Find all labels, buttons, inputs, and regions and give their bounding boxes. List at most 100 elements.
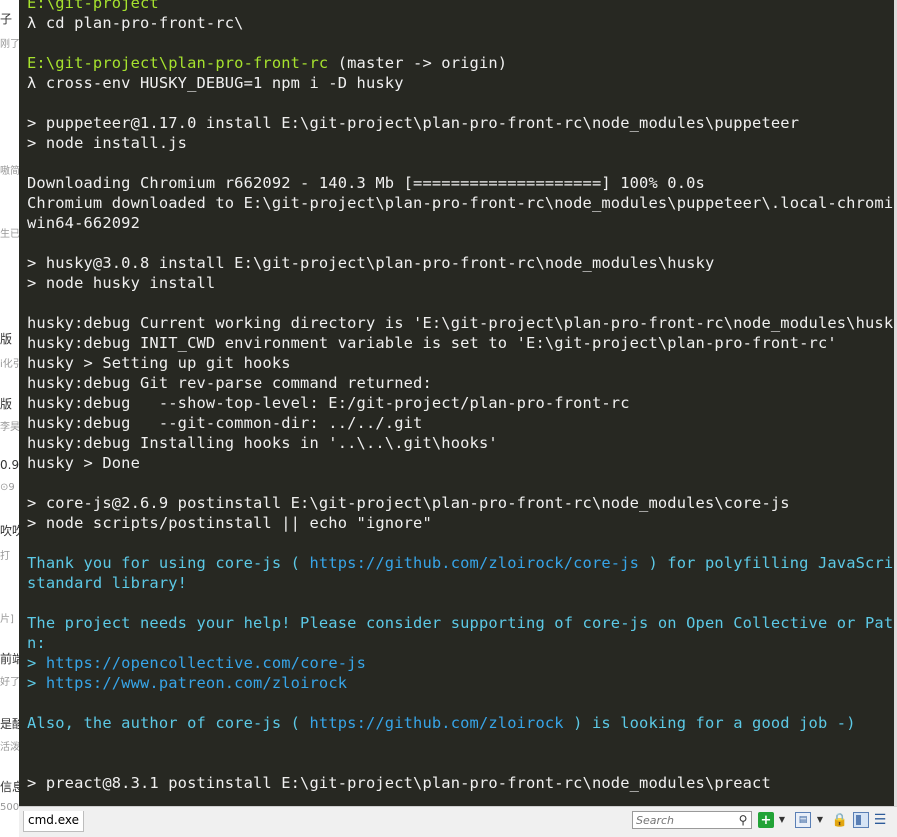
console-text: husky:debug Current working directory is… (27, 314, 894, 332)
console-text: λ cd plan-pro-front-rc\ (27, 14, 244, 32)
console-text: λ cross-env HUSKY_DEBUG=1 npm i -D husky (27, 74, 404, 92)
background-text-fragment: 嗷简 (0, 166, 19, 177)
new-console-button[interactable]: + (758, 812, 774, 828)
background-text-fragment: 信息 (0, 780, 19, 794)
console-line: > https://www.patreon.com/zloirock (27, 673, 894, 693)
console-text: Thank you for using core-js ( (27, 554, 310, 572)
console-text: husky:debug --show-top-level: E:/git-pro… (27, 394, 630, 412)
background-text-fragment: 刚了 (0, 39, 19, 50)
console-line: > node husky install (27, 273, 894, 293)
background-text-fragment: 好了 (0, 677, 19, 688)
background-text-fragment: ⊙9 (0, 482, 15, 493)
console-line: Downloading Chromium r662092 - 140.3 Mb … (27, 173, 894, 193)
search-input[interactable] (632, 811, 752, 829)
console-text: > node scripts/postinstall || echo "igno… (27, 514, 432, 532)
background-text-fragment: 版 (0, 332, 13, 346)
console-text: Chromium downloaded to E:\git-project\pl… (27, 194, 894, 212)
background-text-fragment: 是酸 (0, 717, 19, 731)
console-text: > husky@3.0.8 install E:\git-project\pla… (27, 254, 715, 272)
console-text: The project needs your help! Please cons… (27, 614, 894, 632)
console-text: Also, the author of core-js ( (27, 714, 310, 732)
background-text-fragment: 李昊 (0, 422, 19, 433)
console-line: > https://opencollective.com/core-js (27, 653, 894, 673)
console-line: husky:debug Current working directory is… (27, 313, 894, 333)
console-line: Thank you for using core-js ( https://gi… (27, 553, 894, 573)
console-line: > preact@8.3.1 postinstall E:\git-projec… (27, 773, 894, 793)
background-text-fragment: 0.9 (0, 458, 19, 472)
terminal-window[interactable]: E:\git-project λ cd plan-pro-front-rc\ E:\… (19, 0, 894, 806)
background-text-fragment: 生已( (0, 229, 19, 240)
console-text: Downloading Chromium r662092 - 140.3 Mb … (27, 174, 705, 192)
console-link[interactable]: https://github.com/zloirock (309, 714, 563, 732)
status-bar: cmd.exe ⚲ + ▼ ▤ ▼ 🔒 ☰ (19, 806, 897, 837)
console-line: husky:debug --git-common-dir: ../../.git (27, 413, 894, 433)
console-line: > core-js@2.6.9 postinstall E:\git-proje… (27, 493, 894, 513)
console-line: husky:debug --show-top-level: E:/git-pro… (27, 393, 894, 413)
background-text-fragment: i化引 (0, 359, 19, 370)
console-link[interactable]: https://github.com/zloirock/core-js (309, 554, 639, 572)
background-text-fragment: 片] (0, 614, 14, 625)
console-text: > (27, 674, 46, 692)
console-text: > core-js@2.6.9 postinstall E:\git-proje… (27, 494, 790, 512)
console-line: > node install.js (27, 133, 894, 153)
background-text-fragment: 子 (0, 12, 13, 26)
console-text: husky:debug Git rev-parse command return… (27, 374, 432, 392)
console-line: standard library! (27, 573, 894, 593)
console-text: E:\git-project\plan-pro-front-rc (27, 54, 329, 72)
background-text-fragment: 版 (0, 397, 13, 411)
console-line: > husky@3.0.8 install E:\git-project\pla… (27, 253, 894, 273)
console-text: husky:debug Installing hooks in '..\..\.… (27, 434, 498, 452)
console-line: n: (27, 633, 894, 653)
console-text: > node husky install (27, 274, 216, 292)
background-text-fragment: 吹吹 (0, 524, 19, 538)
console-line: E:\git-project (27, 0, 894, 13)
console-text: n: (27, 634, 46, 652)
console-line: > node scripts/postinstall || echo "igno… (27, 513, 894, 533)
console-text: > preact@8.3.1 postinstall E:\git-projec… (27, 774, 771, 792)
console-link[interactable]: https://www.patreon.com/zloirock (46, 674, 347, 692)
lock-icon[interactable]: 🔒 (832, 812, 848, 828)
background-text-fragment: 500 (0, 802, 19, 813)
console-text: (master -> origin) (328, 54, 508, 72)
search-icon[interactable]: ⚲ (737, 813, 749, 827)
console-line: husky > Setting up git hooks (27, 353, 894, 373)
hamburger-menu-icon[interactable]: ☰ (872, 812, 888, 828)
console-text: husky > Setting up git hooks (27, 354, 291, 372)
console-line: The project needs your help! Please cons… (27, 613, 894, 633)
console-line: husky:debug Installing hooks in '..\..\.… (27, 433, 894, 453)
background-text-fragment: 前端 (0, 652, 19, 666)
chevron-down-icon[interactable]: ▼ (815, 812, 825, 828)
console-line: λ cd plan-pro-front-rc\ (27, 13, 894, 33)
split-icon[interactable] (853, 812, 869, 828)
console-text: E:\git-project (27, 0, 159, 12)
console-line: Chromium downloaded to E:\git-project\pl… (27, 193, 894, 213)
console-line: husky:debug Git rev-parse command return… (27, 373, 894, 393)
console-line: win64-662092 (27, 213, 894, 233)
view-icon[interactable]: ▤ (795, 812, 811, 828)
console-text: standard library! (27, 574, 188, 592)
console-link[interactable]: https://opencollective.com/core-js (46, 654, 366, 672)
console-text: > (27, 654, 46, 672)
background-text-fragment: 活泼 (0, 742, 19, 753)
console-text: ) is looking for a good job -) (563, 714, 856, 732)
console-text: husky > Done (27, 454, 140, 472)
console-text: win64-662092 (27, 214, 140, 232)
console-text: ) for polyfilling JavaScript (639, 554, 894, 572)
console-output: E:\git-project λ cd plan-pro-front-rc\ E:\… (27, 0, 894, 793)
chevron-down-icon[interactable]: ▼ (777, 812, 787, 828)
console-text: husky:debug --git-common-dir: ../../.git (27, 414, 423, 432)
background-window-strip: 子刚了嗷简生已(版i化引版李昊0.9⊙9吹吹打片]前端好了是酸活泼信息500 (0, 0, 19, 837)
console-line: husky > Done (27, 453, 894, 473)
tab-cmd-exe[interactable]: cmd.exe (23, 811, 84, 832)
